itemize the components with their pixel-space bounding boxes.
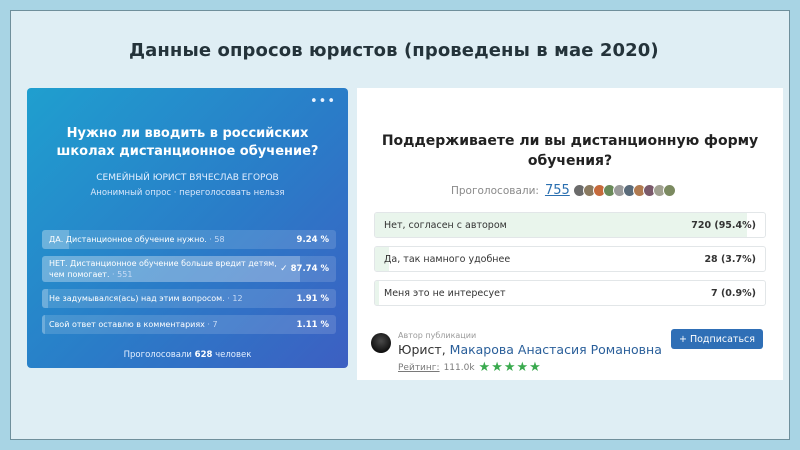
poll-option-percent: 1.11 %	[296, 319, 329, 330]
poll-option-label: Да, так намного удобнее	[384, 254, 511, 265]
poll-options: ДА. Дистанционное обучение нужно. · 58 9…	[42, 230, 336, 341]
rating-value: 111.0k	[443, 362, 475, 373]
slide-title: Данные опросов юристов (проведены в мае …	[129, 40, 659, 61]
poll-option-value: 720 (95.4%)	[691, 220, 756, 231]
poll-option-count: · 12	[224, 294, 243, 303]
poll-question: Нужно ли вводить в российских школах дис…	[56, 126, 319, 159]
poll-option[interactable]: Не задумывался(ась) над этим вопросом. ·…	[42, 289, 336, 308]
author-avatar[interactable]	[371, 333, 391, 353]
more-options-icon[interactable]: •••	[310, 94, 336, 109]
poll-option-count: · 58	[206, 235, 225, 244]
poll-option[interactable]: НЕТ. Дистанционное обучение больше вреди…	[42, 256, 336, 282]
author-name-link[interactable]: Макарова Анастасия Романовна	[450, 342, 662, 357]
poll-option-label: ДА. Дистанционное обучение нужно. · 58	[49, 235, 225, 244]
poll-option-count: · 7	[204, 320, 218, 329]
article-poll-card: Поддерживаете ли вы дистанционную форму …	[357, 88, 783, 380]
poll-option-count: · 551	[109, 270, 133, 279]
poll-option-label: Нет, согласен с автором	[384, 220, 507, 231]
poll-question: Поддерживаете ли вы дистанционную форму …	[381, 133, 759, 169]
poll-option-percent: 9.24 %	[296, 234, 329, 245]
poll-option-label: Меня это не интересует	[384, 288, 506, 299]
poll-option[interactable]: ДА. Дистанционное обучение нужно. · 58 9…	[42, 230, 336, 249]
subscribe-button[interactable]: + Подписаться	[671, 329, 763, 349]
author-rating: Рейтинг: 111.0k ★★★★★	[398, 360, 542, 375]
rating-label[interactable]: Рейтинг:	[398, 363, 440, 373]
poll-option-value: 28 (3.7%)	[704, 254, 756, 265]
vk-poll-card: ••• Нужно ли вводить в российских школах…	[27, 88, 348, 368]
poll-option[interactable]: Меня это не интересует 7 (0.9%)	[374, 280, 766, 306]
checkmark-icon: ✓	[280, 264, 288, 274]
poll-option[interactable]: Свой ответ оставлю в комментариях · 7 1.…	[42, 315, 336, 334]
poll-type: Анонимный опрос · переголосовать нельзя	[90, 188, 285, 198]
poll-option-label: Свой ответ оставлю в комментариях · 7	[49, 320, 218, 329]
poll-author[interactable]: СЕМЕЙНЫЙ ЮРИСТ ВЯЧЕСЛАВ ЕГОРОВ	[27, 173, 348, 183]
poll-option-percent: 1.91 %	[296, 293, 329, 304]
poll-option-label: НЕТ. Дистанционное обучение больше вреди…	[49, 259, 277, 279]
poll-option-percent: 87.74 %	[290, 264, 329, 274]
poll-option-fill	[375, 281, 379, 305]
votes-count-link[interactable]: 755	[545, 183, 570, 198]
author-label: Автор публикации	[398, 331, 477, 340]
poll-option-label: Не задумывался(ась) над этим вопросом. ·…	[49, 294, 243, 303]
poll-votes: Проголосовали: 755	[451, 183, 676, 198]
poll-option[interactable]: Да, так намного удобнее 28 (3.7%)	[374, 246, 766, 272]
poll-options: Нет, согласен с автором 720 (95.4%) Да, …	[374, 212, 766, 314]
voter-avatar[interactable]	[662, 184, 676, 197]
slide: Данные опросов юристов (проведены в мае …	[10, 10, 790, 440]
poll-option-value: 7 (0.9%)	[711, 288, 756, 299]
voter-avatars[interactable]	[572, 184, 676, 197]
poll-option[interactable]: Нет, согласен с автором 720 (95.4%)	[374, 212, 766, 238]
author-name: Юрист, Макарова Анастасия Романовна	[398, 342, 662, 357]
poll-total-count: 628	[194, 350, 213, 360]
poll-total: Проголосовали 628 человек	[123, 350, 252, 360]
rating-stars-icon: ★★★★★	[478, 360, 542, 375]
